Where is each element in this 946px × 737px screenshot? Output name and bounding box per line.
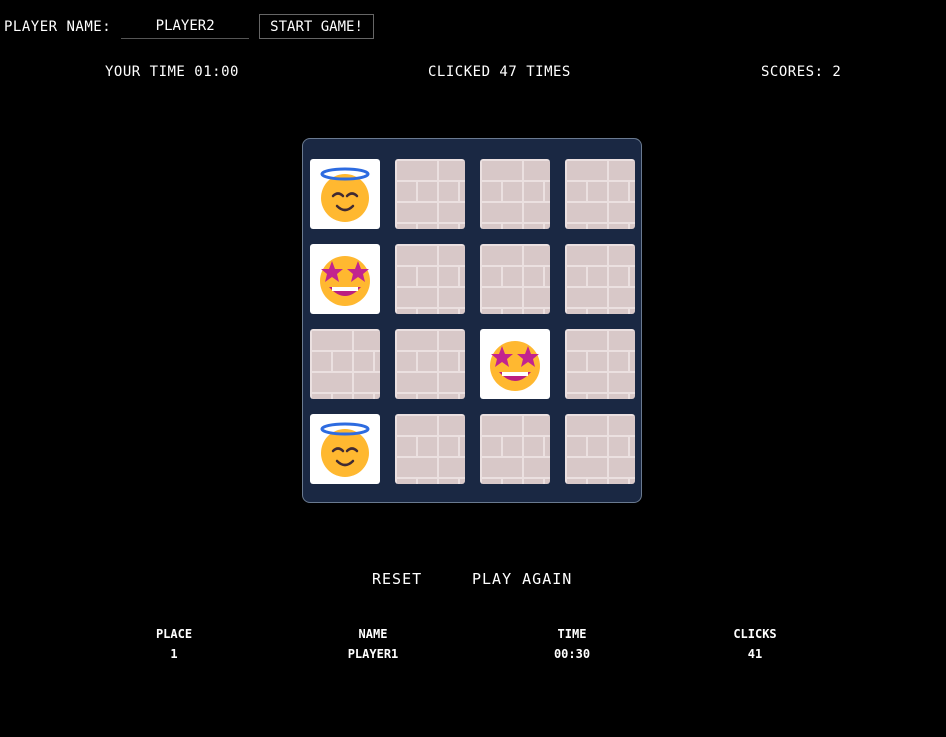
memory-card[interactable]	[565, 244, 635, 314]
memory-card[interactable]	[480, 244, 550, 314]
memory-card[interactable]	[565, 159, 635, 229]
memory-card[interactable]	[480, 414, 550, 484]
clicks-display: CLICKED 47 TIMES	[428, 64, 571, 80]
leaderboard-header: CLICKS	[733, 627, 777, 641]
reset-button[interactable]: RESET	[372, 570, 422, 588]
memory-card[interactable]	[395, 159, 465, 229]
leaderboard-cell: PLAYER1	[347, 647, 399, 661]
leaderboard-header: PLACE	[155, 627, 193, 641]
leaderboard-col-place: PLACE 1	[114, 627, 234, 661]
leaderboard-header: NAME	[358, 627, 388, 641]
memory-card[interactable]	[480, 159, 550, 229]
memory-card[interactable]	[310, 159, 380, 229]
play-again-button[interactable]: PLAY AGAIN	[472, 570, 572, 588]
memory-card[interactable]	[395, 329, 465, 399]
game-board	[302, 138, 642, 503]
memory-card[interactable]	[395, 244, 465, 314]
memory-card[interactable]	[310, 414, 380, 484]
start-game-button[interactable]: START GAME!	[259, 14, 374, 39]
leaderboard-cell: 1	[170, 647, 178, 661]
leaderboard-col-name: NAME PLAYER1	[313, 627, 433, 661]
time-display: YOUR TIME 01:00	[105, 64, 239, 80]
leaderboard-cell: 41	[747, 647, 763, 661]
leaderboard-col-time: TIME 00:30	[512, 627, 632, 661]
leaderboard-col-clicks: CLICKS 41	[695, 627, 815, 661]
leaderboard-cell: 00:30	[553, 647, 591, 661]
leaderboard-header: TIME	[557, 627, 587, 641]
memory-card[interactable]	[310, 329, 380, 399]
scores-display: SCORES: 2	[761, 64, 842, 80]
memory-card[interactable]	[395, 414, 465, 484]
top-bar: PLAYER NAME: START GAME!	[4, 14, 374, 39]
memory-card[interactable]	[310, 244, 380, 314]
player-name-label: PLAYER NAME:	[4, 18, 112, 35]
memory-card[interactable]	[565, 329, 635, 399]
memory-card[interactable]	[565, 414, 635, 484]
memory-card[interactable]	[480, 329, 550, 399]
player-name-input[interactable]	[121, 14, 250, 39]
